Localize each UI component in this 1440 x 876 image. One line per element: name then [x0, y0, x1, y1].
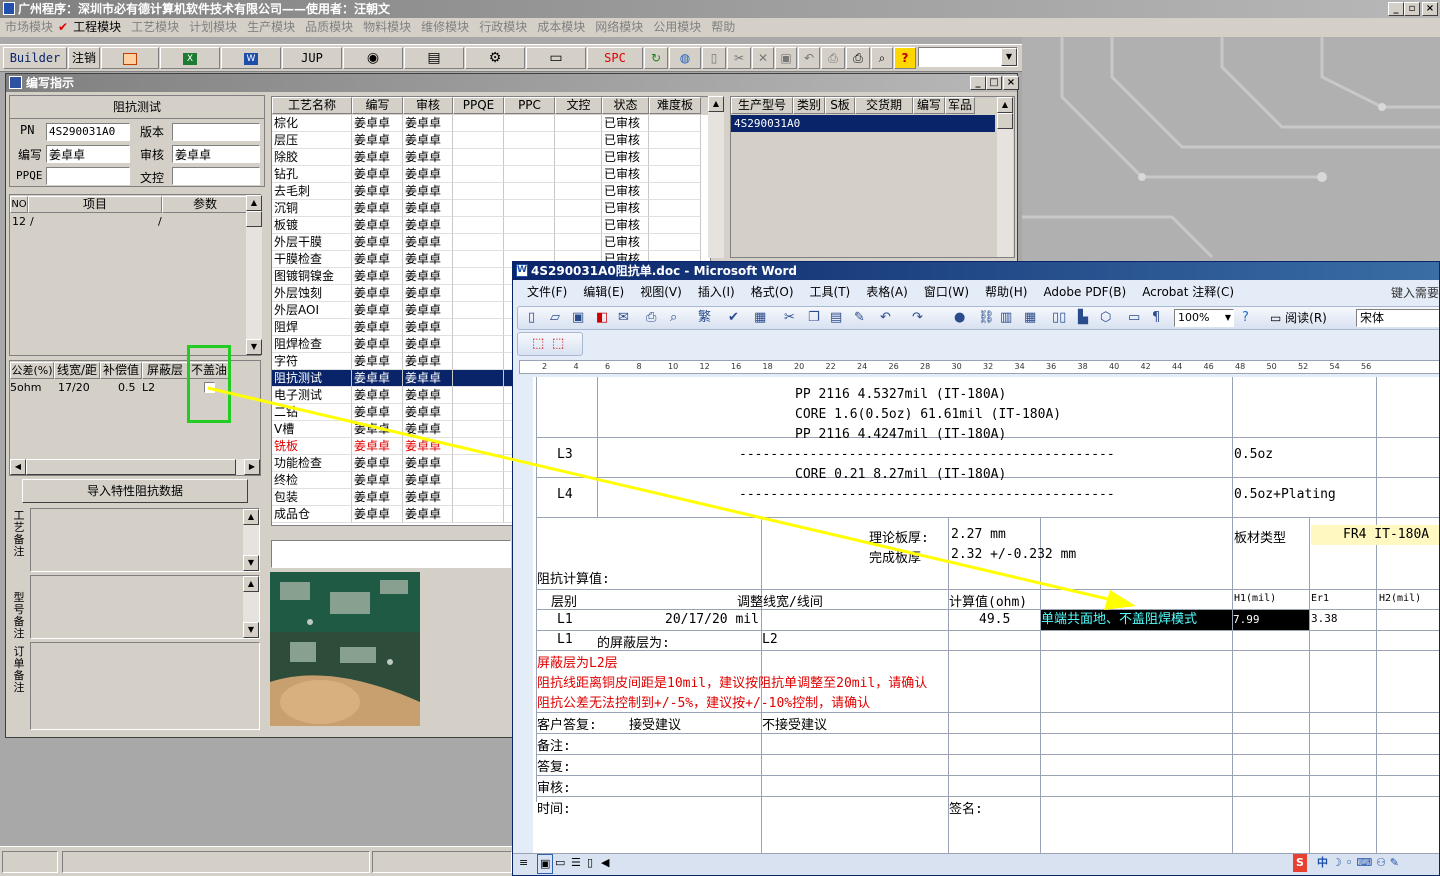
annotation-arrow [207, 386, 1136, 610]
